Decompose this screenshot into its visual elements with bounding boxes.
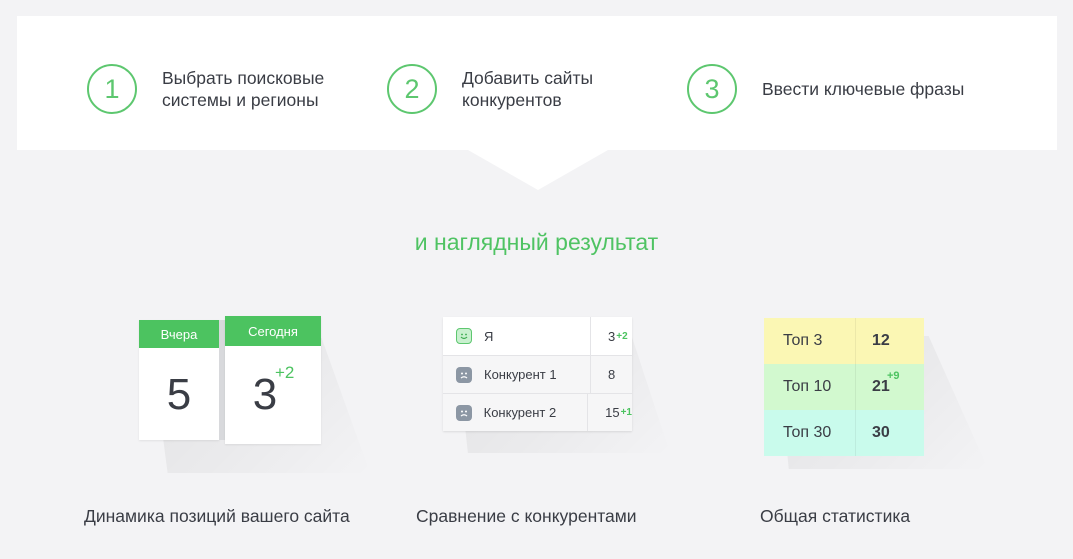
competitor-value: 15 +1 [587, 394, 632, 431]
stats-table: Топ 3 12 Топ 10 21 +9 Топ 30 30 [764, 318, 924, 456]
yesterday-card: Вчера 5 [139, 320, 219, 440]
step-text-2: Добавить сайты конкурентов [462, 68, 594, 110]
happy-face-icon [456, 328, 472, 344]
step-3: 3 Ввести ключевые фразы [687, 64, 964, 114]
stat-delta: +9 [887, 370, 900, 382]
stat-row: Топ 30 30 [764, 410, 924, 456]
stat-number: 12 [872, 332, 890, 349]
competitor-position: 15 [605, 405, 620, 420]
stats-caption: Общая статистика [760, 506, 911, 526]
step-text-3: Ввести ключевые фразы [762, 79, 965, 99]
step-text-1: Выбрать поисковые системы и регионы [162, 68, 325, 110]
competitor-delta: +2 [616, 330, 628, 342]
step-number-2: 2 [387, 64, 437, 114]
competitor-name: Конкурент 2 [483, 405, 557, 420]
dynamics-caption: Динамика позиций вашего сайта [84, 506, 350, 526]
sad-face-icon [456, 366, 472, 383]
steps-panel: 1 Выбрать поисковые системы и регионы 2 … [17, 16, 1057, 150]
competitors-caption: Сравнение с конкурентами [416, 506, 637, 526]
stat-row: Топ 10 21 +9 [764, 364, 924, 410]
stat-value: 30 [856, 410, 924, 456]
step-number-3: 3 [687, 64, 737, 114]
competitor-position: 8 [608, 367, 616, 382]
sad-face-icon [456, 404, 472, 421]
step-number-1: 1 [87, 64, 137, 114]
stat-label: Топ 30 [764, 410, 856, 456]
today-value: 3 [252, 370, 278, 419]
competitor-value: 3 +2 [590, 317, 632, 355]
today-label: Сегодня [225, 316, 321, 346]
stat-number: 30 [872, 424, 890, 441]
competitor-row: Конкурент 2 15 +1 [443, 393, 632, 431]
today-card: Сегодня 3 +2 [225, 316, 321, 444]
stat-value: 21 +9 [856, 364, 924, 410]
competitor-position: 3 [608, 328, 616, 344]
stat-label: Топ 10 [764, 364, 856, 410]
competitor-value: 8 [590, 356, 632, 393]
today-delta: +2 [275, 363, 295, 382]
yesterday-value: 5 [166, 370, 192, 419]
steps-panel-pointer [468, 150, 608, 190]
stat-value: 12 [856, 318, 924, 364]
competitor-name: Конкурент 1 [484, 367, 557, 382]
yesterday-label: Вчера [139, 320, 219, 348]
step-2: 2 Добавить сайты конкурентов [387, 64, 593, 114]
stat-label: Топ 3 [764, 318, 856, 364]
competitor-name: Я [484, 328, 494, 344]
step-1: 1 Выбрать поисковые системы и регионы [87, 64, 324, 114]
competitor-row: Я 3 +2 [443, 317, 632, 355]
competitors-table: Я 3 +2 Конкурент 1 8 Конкурент 2 15 +1 [443, 317, 632, 431]
stat-row: Топ 3 12 [764, 318, 924, 364]
competitor-delta: +1 [620, 407, 632, 418]
competitor-row: Конкурент 1 8 [443, 355, 632, 393]
result-heading: и наглядный результат [414, 229, 659, 255]
